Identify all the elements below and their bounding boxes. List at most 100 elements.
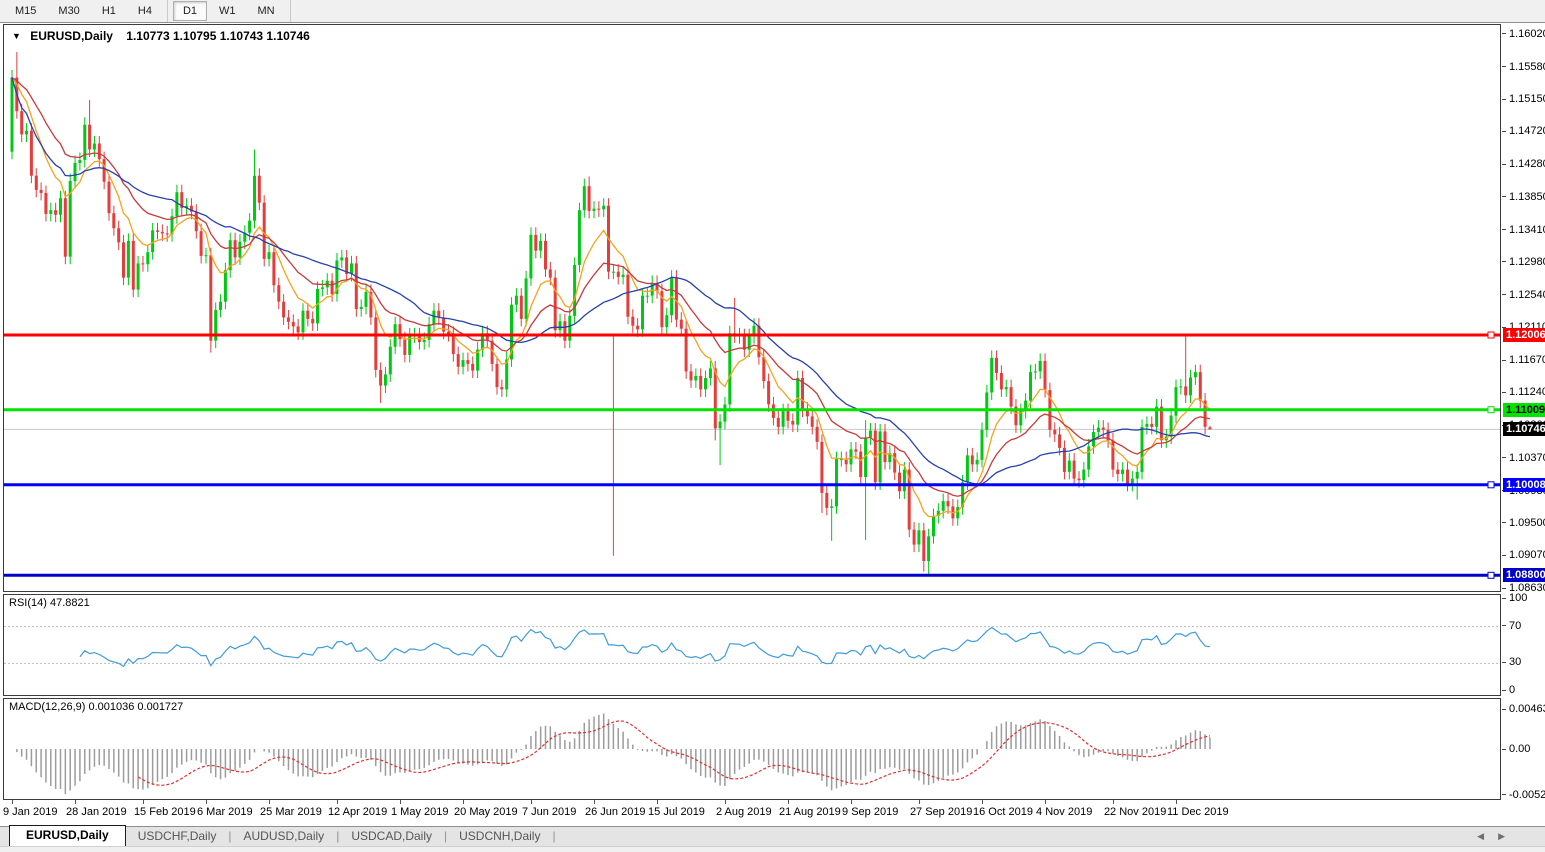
date-label: 15 Feb 2019 xyxy=(134,806,196,818)
price-axis-tick xyxy=(1502,66,1506,67)
timeframe-button-D1[interactable]: D1 xyxy=(173,1,207,21)
price-pane[interactable]: ▼ EURUSD,Daily 1.10773 1.10795 1.10743 1… xyxy=(3,24,1501,592)
date-tick xyxy=(788,800,789,804)
macd-label: MACD(12,26,9) 0.001036 0.001727 xyxy=(9,701,183,713)
date-label: 16 Oct 2019 xyxy=(973,806,1033,818)
price-axis-tick xyxy=(1502,555,1506,556)
tab-eurusd[interactable]: EURUSD,Daily xyxy=(9,825,126,846)
price-axis-tick xyxy=(1502,360,1506,361)
price-axis-tick xyxy=(1502,294,1506,295)
rsi-axis-label: 100 xyxy=(1509,592,1527,604)
date-tick xyxy=(1045,800,1046,804)
price-axis-tick xyxy=(1502,392,1506,393)
tab-usdcad[interactable]: USDCAD,Daily xyxy=(339,827,444,846)
date-tick xyxy=(851,800,852,804)
date-label: 22 Nov 2019 xyxy=(1104,806,1166,818)
tab-scroll-arrows[interactable]: ◀▶ xyxy=(1477,831,1519,842)
price-axis-label: 1.12540 xyxy=(1509,289,1545,301)
date-tick xyxy=(337,800,338,804)
price-axis-label: 1.13410 xyxy=(1509,224,1545,236)
chart-title: ▼ EURUSD,Daily 1.10773 1.10795 1.10743 1… xyxy=(12,29,310,43)
date-tick xyxy=(400,800,401,804)
date-label: 4 Nov 2019 xyxy=(1036,806,1092,818)
price-axis-label: 1.15150 xyxy=(1509,93,1545,105)
date-label: 7 Jun 2019 xyxy=(522,806,576,818)
price-axis-tick xyxy=(1502,522,1506,523)
date-tick xyxy=(919,800,920,804)
date-label: 1 May 2019 xyxy=(391,806,448,818)
rsi-axis-tick xyxy=(1502,598,1506,599)
price-badge-hline[interactable]: 1.12006 xyxy=(1503,328,1545,342)
rsi-canvas[interactable] xyxy=(4,595,1500,695)
date-axis: 9 Jan 201928 Jan 201915 Feb 20196 Mar 20… xyxy=(0,800,1545,826)
price-axis-tick xyxy=(1502,229,1506,230)
price-axis-label: 1.13850 xyxy=(1509,191,1545,203)
date-tick xyxy=(1113,800,1114,804)
date-label: 12 Apr 2019 xyxy=(328,806,387,818)
date-label: 2 Aug 2019 xyxy=(716,806,772,818)
price-axis-tick xyxy=(1502,457,1506,458)
date-tick xyxy=(657,800,658,804)
price-badge-current[interactable]: 1.10746 xyxy=(1503,422,1545,436)
tab-usdchf[interactable]: USDCHF,Daily xyxy=(126,827,229,846)
price-chart-canvas[interactable] xyxy=(4,25,1500,591)
price-axis: 1.160201.155801.151501.147201.142801.138… xyxy=(1502,24,1545,800)
timeframe-group: D1W1MN xyxy=(168,0,291,22)
chart-title-ohlc: 1.10773 1.10795 1.10743 1.10746 xyxy=(126,29,310,43)
macd-axis-label: 0.00463 xyxy=(1509,703,1545,715)
price-axis-label: 1.11670 xyxy=(1509,354,1545,366)
rsi-axis-tick xyxy=(1502,662,1506,663)
timeframe-button-H4[interactable]: H4 xyxy=(128,1,162,21)
date-label: 21 Aug 2019 xyxy=(779,806,841,818)
tab-usdcnh[interactable]: USDCNH,Daily xyxy=(447,827,552,846)
price-axis-label: 1.09500 xyxy=(1509,517,1545,529)
rsi-pane[interactable]: RSI(14) 47.8821 xyxy=(3,594,1501,696)
rsi-label: RSI(14) 47.8821 xyxy=(9,597,90,609)
macd-canvas[interactable] xyxy=(4,699,1500,799)
tab-audusd[interactable]: AUDUSD,Daily xyxy=(232,827,337,846)
date-label: 6 Mar 2019 xyxy=(197,806,253,818)
tab-scroll-right-icon[interactable]: ▶ xyxy=(1498,831,1519,841)
tab-separator: | xyxy=(552,829,555,846)
date-tick xyxy=(269,800,270,804)
date-tick xyxy=(1176,800,1177,804)
price-badge-hline[interactable]: 1.11009 xyxy=(1503,403,1545,417)
price-axis-tick xyxy=(1502,131,1506,132)
rsi-axis-label: 0 xyxy=(1509,684,1515,696)
price-axis-tick xyxy=(1502,588,1506,589)
date-label: 27 Sep 2019 xyxy=(910,806,972,818)
date-tick xyxy=(12,800,13,804)
price-axis-label: 1.15580 xyxy=(1509,61,1545,73)
price-axis-tick xyxy=(1502,261,1506,262)
date-tick xyxy=(75,800,76,804)
price-axis-label: 1.09070 xyxy=(1509,549,1545,561)
price-badge-hline[interactable]: 1.10008 xyxy=(1503,478,1545,492)
tab-scroll-left-icon[interactable]: ◀ xyxy=(1477,831,1498,841)
date-label: 11 Dec 2019 xyxy=(1167,806,1229,818)
date-label: 9 Jan 2019 xyxy=(3,806,57,818)
rsi-axis-tick xyxy=(1502,690,1506,691)
price-axis-label: 1.10370 xyxy=(1509,452,1545,464)
price-axis-tick xyxy=(1502,196,1506,197)
macd-axis-tick xyxy=(1502,709,1506,710)
timeframe-button-W1[interactable]: W1 xyxy=(209,1,246,21)
date-tick xyxy=(206,800,207,804)
timeframe-button-MN[interactable]: MN xyxy=(248,1,285,21)
price-axis-tick xyxy=(1502,99,1506,100)
price-axis-tick xyxy=(1502,164,1506,165)
timeframe-button-H1[interactable]: H1 xyxy=(92,1,126,21)
macd-axis-tick xyxy=(1502,794,1506,795)
timeframe-button-M30[interactable]: M30 xyxy=(48,1,89,21)
rsi-axis-tick xyxy=(1502,625,1506,626)
price-axis-label: 1.14280 xyxy=(1509,158,1545,170)
date-label: 9 Sep 2019 xyxy=(842,806,898,818)
macd-pane[interactable]: MACD(12,26,9) 0.001036 0.001727 xyxy=(3,698,1501,800)
status-bar xyxy=(0,846,1545,852)
date-tick xyxy=(982,800,983,804)
price-badge-hline[interactable]: 1.08800 xyxy=(1503,568,1545,582)
macd-axis-tick xyxy=(1502,749,1506,750)
price-axis-label: 1.16020 xyxy=(1509,28,1545,40)
timeframe-button-M15[interactable]: M15 xyxy=(5,1,46,21)
chart-dropdown-icon[interactable]: ▼ xyxy=(12,31,21,41)
price-axis-label: 1.11240 xyxy=(1509,386,1545,398)
